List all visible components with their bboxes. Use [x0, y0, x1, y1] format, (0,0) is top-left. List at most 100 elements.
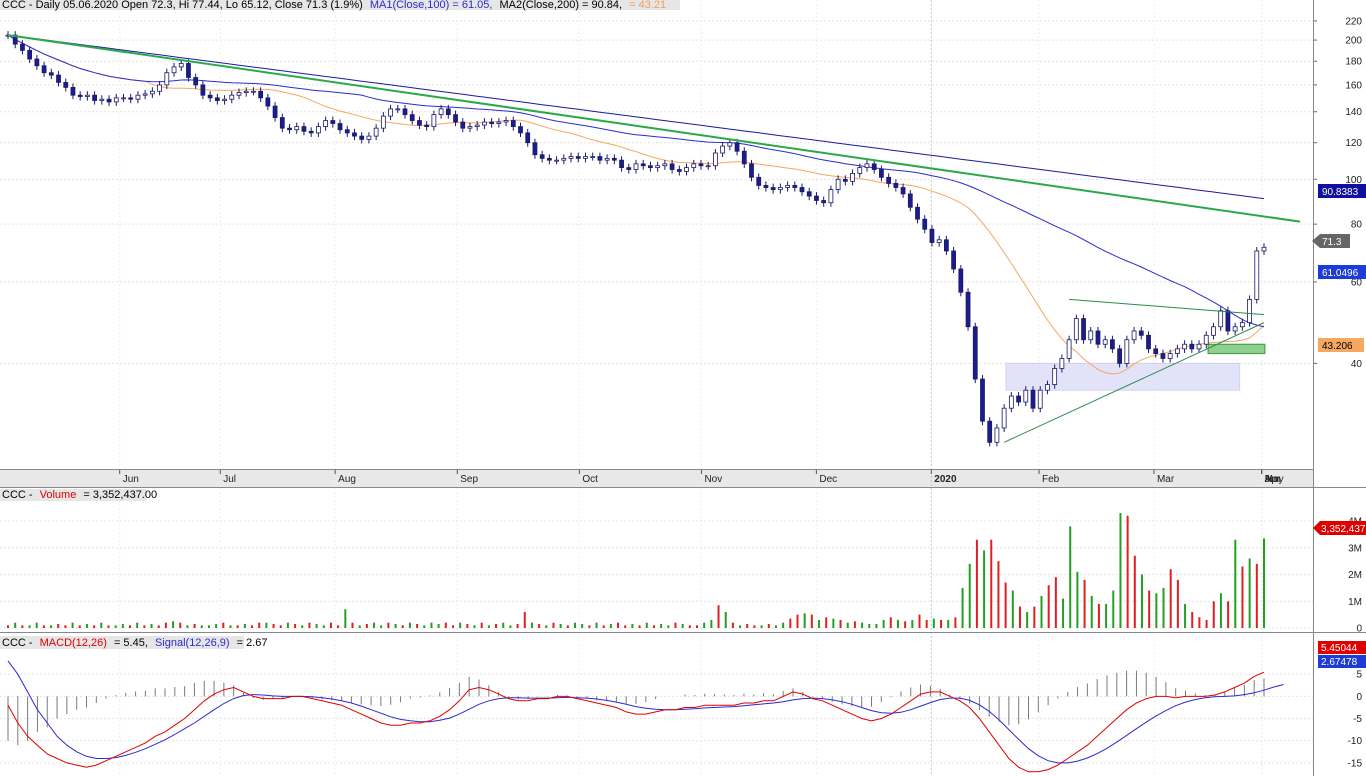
candle-body	[279, 117, 285, 129]
chart-canvas[interactable]: 220200180160140120100806040Jun Jul Aug Sep O…	[0, 0, 1366, 776]
candle-body	[871, 163, 877, 170]
candle[interactable]	[1225, 306, 1231, 336]
candle-body	[200, 84, 206, 96]
candle-body	[106, 98, 112, 103]
candle[interactable]	[965, 288, 971, 331]
time-axis-bg	[0, 469, 1313, 487]
candle-body	[546, 157, 552, 161]
candle-body	[193, 77, 199, 86]
candle-body	[121, 97, 126, 100]
price-panel-bg	[0, 0, 1313, 469]
candle-body	[178, 63, 184, 68]
candle-body	[56, 74, 61, 83]
candle-body	[503, 120, 509, 123]
candle-body	[864, 163, 870, 169]
candle-body	[1182, 343, 1187, 350]
candle-body	[626, 167, 632, 170]
close-value-tag: 71.3	[1312, 234, 1350, 248]
candle[interactable]	[980, 375, 985, 426]
candle[interactable]	[958, 264, 964, 297]
candle-body	[1059, 358, 1065, 369]
candle-body	[1110, 339, 1115, 350]
candle-body	[1174, 348, 1180, 354]
candle-body	[539, 154, 545, 159]
candle-body	[128, 97, 134, 100]
candle-body	[474, 124, 480, 128]
candle-body	[684, 167, 689, 172]
candle-body	[900, 187, 906, 195]
candle-body	[1247, 299, 1252, 324]
candle-body	[1261, 246, 1267, 252]
candle[interactable]	[1001, 404, 1007, 433]
ma3-value-tag: 43.206	[1318, 338, 1364, 352]
candle[interactable]	[951, 246, 956, 274]
candle-body	[77, 94, 83, 97]
candle-body	[1160, 353, 1166, 359]
candle-body	[287, 127, 292, 131]
candle-body	[171, 66, 177, 74]
candle-body	[915, 206, 920, 220]
candle[interactable]	[972, 322, 978, 384]
candle-body	[207, 94, 213, 99]
volume-title-name: Volume	[40, 489, 77, 501]
time-tick-label: Aug	[338, 474, 356, 485]
macd-title-signal: Signal(12,26,9)	[155, 637, 230, 649]
candle[interactable]	[1037, 386, 1043, 413]
candle-body	[705, 165, 711, 168]
svg-text:CCC - Daily 05.06.2020 Open 72: CCC - Daily 05.06.2020 Open 72.3, Hi 77.…	[2, 0, 666, 11]
candle[interactable]	[987, 417, 993, 447]
candle-body	[741, 150, 747, 165]
candle[interactable]	[1066, 335, 1072, 363]
support-zone[interactable]	[1005, 362, 1241, 391]
candle-body	[893, 182, 899, 188]
candle-body	[720, 145, 726, 154]
time-tick-label: Feb	[1042, 474, 1060, 485]
macd-tick-label: -10	[1348, 736, 1363, 747]
candle-body	[1102, 339, 1108, 345]
candle-body	[972, 326, 978, 380]
candle[interactable]	[1030, 386, 1036, 413]
candle-body	[1095, 330, 1101, 345]
volume-title-prefix: CCC -	[2, 489, 33, 501]
candle-body	[590, 156, 596, 158]
candle-body	[85, 94, 90, 97]
candle-body	[395, 108, 401, 111]
price-tick-label: 120	[1345, 138, 1362, 149]
candle-body	[698, 163, 704, 167]
candle-body	[1001, 407, 1007, 429]
candle-body	[380, 115, 386, 129]
candle-body	[850, 172, 855, 182]
candle-body	[1232, 326, 1238, 332]
candle[interactable]	[1073, 314, 1079, 344]
candle-body	[727, 142, 733, 147]
candle-body	[1254, 250, 1260, 300]
signal-line[interactable]	[7, 660, 1284, 764]
candle[interactable]	[1081, 314, 1086, 344]
candle[interactable]	[1247, 295, 1252, 327]
time-tick-label: Mar	[1157, 474, 1175, 485]
volume-tick-label: 1M	[1348, 597, 1362, 608]
candle-body	[633, 163, 639, 170]
candle-body	[597, 156, 603, 161]
candle-body	[70, 87, 76, 96]
candle-body	[431, 114, 437, 128]
candle-body	[236, 92, 242, 96]
candle-body	[1045, 384, 1050, 391]
candle-body	[164, 72, 170, 86]
candle-body	[330, 120, 336, 124]
candle-body	[27, 49, 33, 60]
candle-body	[568, 156, 574, 159]
macd-value-tag: 5.45044	[1318, 641, 1366, 654]
svg-text:2.67478: 2.67478	[1321, 657, 1358, 668]
candle-body	[489, 121, 495, 124]
candle[interactable]	[1254, 246, 1260, 304]
macd-title-macd: MACD(12,26)	[40, 637, 107, 649]
candle-body	[243, 90, 249, 93]
breakout-zone[interactable]	[1207, 343, 1266, 355]
candle[interactable]	[1124, 335, 1130, 368]
time-tick-label: Jul	[223, 474, 236, 485]
ma2-value-tag: 90.8383	[1318, 184, 1366, 198]
candle-body	[1073, 318, 1079, 341]
candle-body	[1016, 395, 1021, 403]
candle-body	[1131, 330, 1137, 341]
